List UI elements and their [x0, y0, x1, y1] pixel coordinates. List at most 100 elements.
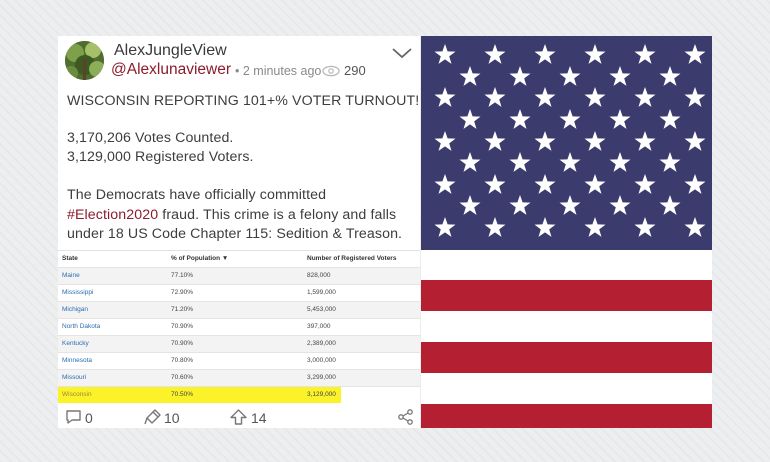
- flag-stripe: [421, 280, 712, 311]
- flag-star: [484, 217, 506, 237]
- flag-star: [684, 217, 706, 237]
- row-voters: 3,129,000: [307, 391, 336, 398]
- row-pct: 70.60%: [171, 374, 194, 381]
- flag-star: [559, 66, 581, 86]
- post-card: AlexJungleView @Alexlunaviewer • 2 minut…: [58, 36, 420, 428]
- flag-star: [534, 131, 556, 151]
- post-actions: 0 10 14: [58, 404, 420, 428]
- row-pct: 77.10%: [171, 272, 194, 279]
- flag-star: [609, 152, 631, 172]
- header-state: State: [62, 255, 78, 262]
- table-row: Minnesota 70.80% 3,000,000: [58, 352, 420, 369]
- row-state: Kentucky: [62, 340, 89, 347]
- votes-counted-line: 3,170,206 Votes Counted.: [67, 130, 234, 146]
- flag-star: [459, 109, 481, 129]
- flag-star: [484, 87, 506, 107]
- row-voters: 2,389,000: [307, 340, 336, 347]
- flag-star: [659, 66, 681, 86]
- flag-star: [434, 131, 456, 151]
- post-timestamp: • 2 minutes ago: [235, 64, 322, 78]
- flag-star: [584, 87, 606, 107]
- row-pct: 71.20%: [171, 306, 194, 313]
- row-voters: 3,299,000: [307, 374, 336, 381]
- flag-star: [559, 152, 581, 172]
- header-registered-voters: Number of Registered Voters: [307, 255, 397, 262]
- flag-star: [434, 87, 456, 107]
- flag-canton: [421, 36, 712, 250]
- repost-count: 10: [164, 410, 180, 426]
- upvote-icon[interactable]: [230, 409, 247, 425]
- flag-stars: [434, 44, 706, 237]
- views-eye-icon: [322, 65, 340, 77]
- flag-star: [509, 109, 531, 129]
- flag-star: [434, 44, 456, 64]
- chevron-down-icon[interactable]: [391, 46, 413, 60]
- post-headline: WISCONSIN REPORTING 101+% VOTER TURNOUT!: [67, 93, 420, 109]
- row-state: Mississippi: [62, 289, 94, 296]
- repost-icon[interactable]: [144, 409, 161, 425]
- flag-star: [559, 195, 581, 215]
- flag-star: [659, 109, 681, 129]
- hashtag-link[interactable]: #Election2020: [67, 207, 158, 223]
- author-handle[interactable]: @Alexlunaviewer: [111, 61, 231, 79]
- avatar-image: [65, 41, 104, 80]
- flag-star: [684, 174, 706, 194]
- voter-table-image: State % of Population ▼ Number of Regist…: [58, 250, 420, 403]
- row-pct: 70.90%: [171, 340, 194, 347]
- registered-voters-line: 3,129,000 Registered Voters.: [67, 149, 254, 165]
- sort-down-icon: ▼: [221, 255, 229, 262]
- flag-star: [609, 109, 631, 129]
- row-voters: 3,000,000: [307, 357, 336, 364]
- flag-star: [634, 44, 656, 64]
- flag-star: [534, 44, 556, 64]
- row-voters: 397,000: [307, 323, 331, 330]
- share-icon[interactable]: [397, 409, 414, 425]
- flag-star: [584, 217, 606, 237]
- flag-star: [459, 152, 481, 172]
- flag-star: [634, 217, 656, 237]
- row-state: Wisconsin: [62, 391, 92, 398]
- table-row: North Dakota 70.90% 397,000: [58, 318, 420, 335]
- flag-star: [684, 87, 706, 107]
- comment-icon[interactable]: [65, 409, 82, 425]
- post-body-line-2: #Election2020 fraud. This crime is a fel…: [67, 207, 396, 223]
- flag-star: [509, 66, 531, 86]
- flag-star: [534, 217, 556, 237]
- row-state: North Dakota: [62, 323, 101, 330]
- flag-stripe: [421, 404, 712, 428]
- flag-star: [509, 195, 531, 215]
- avatar[interactable]: [65, 41, 104, 80]
- us-flag-image: [421, 36, 712, 428]
- flag-star: [584, 174, 606, 194]
- table-header: State % of Population ▼ Number of Regist…: [58, 251, 420, 267]
- time-label: 2 minutes ago: [242, 64, 322, 78]
- header-pct-population: % of Population ▼: [171, 255, 228, 262]
- row-pct: 70.50%: [171, 391, 194, 398]
- flag-star: [584, 131, 606, 151]
- comment-count: 0: [85, 410, 93, 426]
- flag-star: [609, 195, 631, 215]
- flag-star: [634, 87, 656, 107]
- row-voters: 1,599,000: [307, 289, 336, 296]
- author-name[interactable]: AlexJungleView: [114, 42, 227, 60]
- row-state: Michigan: [62, 306, 89, 313]
- flag-star: [534, 174, 556, 194]
- flag-star: [659, 195, 681, 215]
- view-count: 290: [344, 63, 366, 78]
- table-row: Mississippi 72.90% 1,599,000: [58, 284, 420, 301]
- flag-star: [459, 195, 481, 215]
- flag-star: [609, 66, 631, 86]
- flag-stripe: [421, 342, 712, 373]
- flag-star: [559, 109, 581, 129]
- table-row: Michigan 71.20% 5,453,000: [58, 301, 420, 318]
- flag-star: [484, 174, 506, 194]
- table-row: Missouri 70.60% 3,299,000: [58, 369, 420, 386]
- header-pct-label: % of Population: [171, 255, 221, 262]
- row-voters: 828,000: [307, 272, 331, 279]
- row-state: Missouri: [62, 374, 87, 381]
- post-body-line-2-text: fraud. This crime is a felony and falls: [158, 207, 397, 223]
- flag-star: [509, 152, 531, 172]
- flag-star: [434, 174, 456, 194]
- table-row: Kentucky 70.90% 2,389,000: [58, 335, 420, 352]
- row-state: Maine: [62, 272, 80, 279]
